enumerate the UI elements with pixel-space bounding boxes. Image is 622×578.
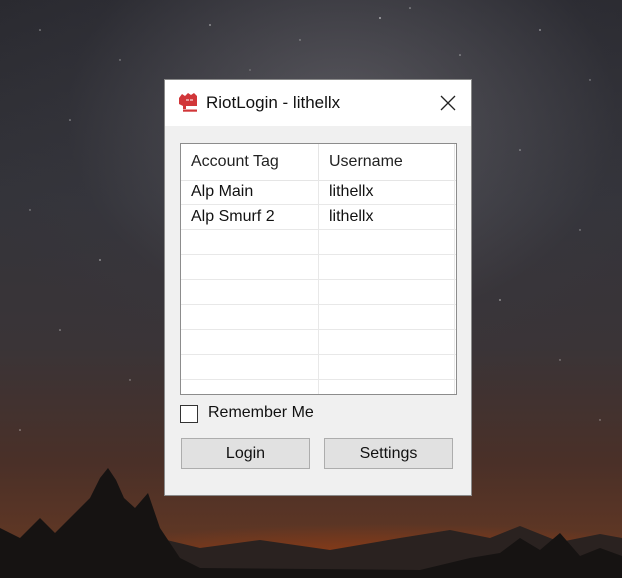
username-cell: lithellx xyxy=(319,180,455,205)
empty-cell xyxy=(181,255,319,280)
empty-cell xyxy=(181,380,319,394)
list-row[interactable]: Alp Main lithellx xyxy=(181,180,456,205)
login-button[interactable]: Login xyxy=(181,438,310,469)
remember-me-checkbox[interactable] xyxy=(180,405,198,423)
empty-row xyxy=(181,305,456,330)
empty-cell xyxy=(319,280,455,305)
title-bar: RiotLogin - lithellx xyxy=(165,80,471,126)
close-button[interactable] xyxy=(425,80,471,126)
empty-cell xyxy=(319,255,455,280)
accounts-list[interactable]: Account Tag Username Alp Main lithellx A… xyxy=(180,143,457,395)
empty-cell xyxy=(181,280,319,305)
empty-row xyxy=(181,380,456,394)
empty-cell xyxy=(319,230,455,255)
list-header: Account Tag Username xyxy=(181,144,456,181)
close-icon xyxy=(440,95,456,111)
empty-row xyxy=(181,330,456,355)
empty-row xyxy=(181,280,456,305)
empty-cell xyxy=(181,305,319,330)
riot-fist-icon xyxy=(179,93,197,112)
settings-button[interactable]: Settings xyxy=(324,438,453,469)
empty-cell xyxy=(181,355,319,380)
empty-cell xyxy=(319,330,455,355)
riotlogin-window: RiotLogin - lithellx Account Tag Usernam… xyxy=(164,79,472,496)
empty-cell xyxy=(319,380,455,394)
username-cell: lithellx xyxy=(319,205,455,230)
empty-row xyxy=(181,255,456,280)
empty-row xyxy=(181,355,456,380)
column-header-username[interactable]: Username xyxy=(319,144,455,180)
account-tag-cell: Alp Smurf 2 xyxy=(181,205,319,230)
window-title: RiotLogin - lithellx xyxy=(206,93,341,112)
empty-cell xyxy=(181,230,319,255)
remember-me-label[interactable]: Remember Me xyxy=(208,404,314,422)
column-header-account-tag[interactable]: Account Tag xyxy=(181,144,319,180)
empty-cell xyxy=(181,330,319,355)
empty-row xyxy=(181,230,456,255)
empty-cell xyxy=(319,305,455,330)
empty-cell xyxy=(319,355,455,380)
list-row[interactable]: Alp Smurf 2 lithellx xyxy=(181,205,456,230)
account-tag-cell: Alp Main xyxy=(181,180,319,205)
